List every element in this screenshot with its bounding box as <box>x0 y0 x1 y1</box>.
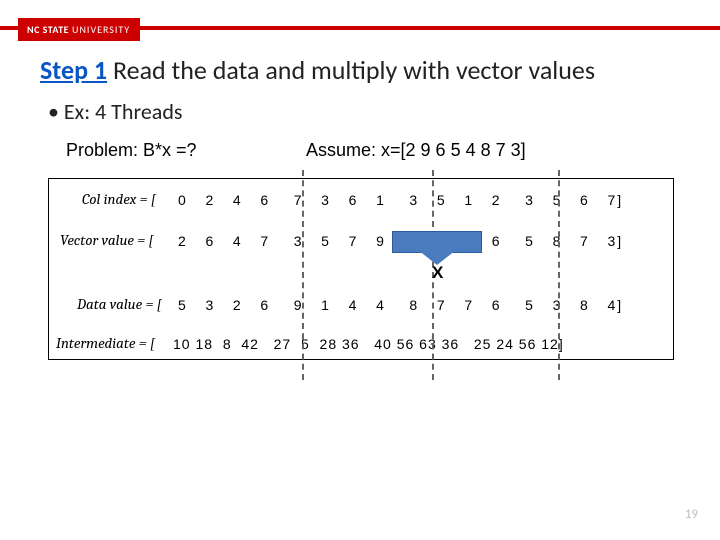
logo-brand: NC STATE <box>27 23 69 36</box>
step-label: Step 1 <box>40 54 107 86</box>
thread-divider-1 <box>302 170 304 380</box>
slide-title: Step 1 Read the data and multiply with v… <box>40 54 595 86</box>
title-rest: Read the data and multiply with vector v… <box>107 54 595 86</box>
row-vals-data: 5 3 2 6 9 1 4 4 8 7 7 6 5 3 8 4] <box>178 297 623 313</box>
row-vals-intermediate: 10 18 8 42 27 5 28 36 40 56 63 36 25 24 … <box>173 336 564 352</box>
logo-university: UNIVERSITY <box>72 23 130 36</box>
row-vals-colindex: 0 2 4 6 7 3 6 1 3 5 1 2 3 5 6 7] <box>178 192 623 208</box>
multiply-x: X <box>432 263 443 283</box>
row-label-data: Data value = [ <box>77 295 162 313</box>
row-label-vector: Vector value = [ <box>60 231 154 249</box>
assume-text: Assume: x=[2 9 6 5 4 8 7 3] <box>306 140 526 161</box>
row-label-intermediate: Intermediate = [ <box>56 334 155 352</box>
logo-block: NC STATEUNIVERSITY <box>18 18 140 41</box>
problem-text: Problem: B*x =? <box>66 140 197 161</box>
page-number: 19 <box>685 507 698 522</box>
thread-divider-3 <box>558 170 560 380</box>
row-label-colindex: Col index = [ <box>82 190 156 208</box>
example-line: • Ex: 4 Threads <box>48 98 183 125</box>
